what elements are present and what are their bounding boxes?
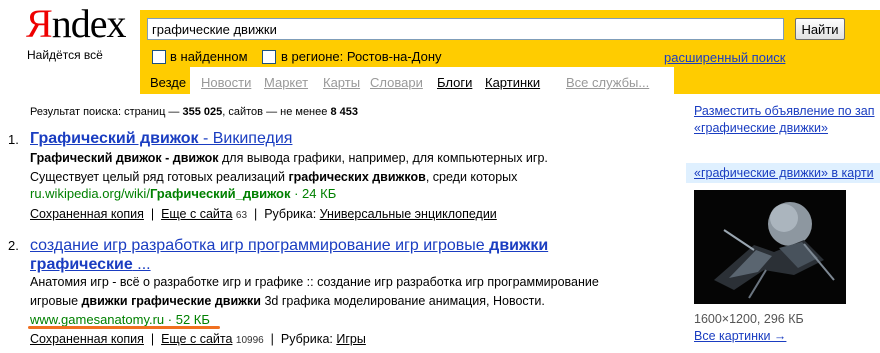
image-thumbnail[interactable]: [694, 190, 846, 304]
tab-images[interactable]: Картинки: [485, 75, 540, 90]
search-band-arrow: [860, 10, 880, 94]
tab-dictionaries[interactable]: Словари: [370, 75, 423, 90]
all-images-link[interactable]: Все картинки →: [694, 329, 786, 343]
result-title-link[interactable]: создание игр разработка игр программиров…: [30, 236, 590, 274]
more-from-site-link[interactable]: Еще с сайта: [161, 332, 232, 346]
result-number: 2.: [8, 238, 19, 253]
tab-maps[interactable]: Карты: [323, 75, 360, 90]
cached-copy-link[interactable]: Сохраненная копия: [30, 332, 144, 346]
tab-news[interactable]: Новости: [201, 75, 251, 90]
option-in-found-label[interactable]: в найденном: [170, 49, 248, 64]
tab-all-services[interactable]: Все службы...: [566, 75, 649, 90]
cached-copy-link[interactable]: Сохраненная копия: [30, 207, 144, 221]
url-highlight-underline: [28, 326, 220, 329]
logo-tagline: Найдётся всё: [27, 48, 103, 62]
checkbox-in-found[interactable]: [152, 50, 166, 64]
result-number: 1.: [8, 132, 19, 147]
result-snippet: Анатомия игр - всё о разработке игр и гр…: [30, 275, 599, 308]
images-query-link[interactable]: «графические движки» в карти: [694, 166, 874, 180]
logo-rest: ndex: [51, 1, 127, 46]
rubric-link[interactable]: Универсальные энциклопедии: [320, 207, 497, 221]
yandex-logo[interactable]: Яndex: [26, 1, 127, 46]
advanced-search-link[interactable]: расширенный поиск: [664, 50, 785, 65]
option-in-region-label[interactable]: в регионе: Ростов-на-Дону: [281, 49, 442, 64]
search-input[interactable]: [147, 18, 784, 40]
rubric-link[interactable]: Игры: [336, 332, 365, 346]
more-from-site-link[interactable]: Еще с сайта: [161, 207, 232, 221]
result-url[interactable]: ru.wikipedia.org/wiki/Графический_движок…: [30, 186, 336, 201]
logo-letter-ya: Я: [26, 1, 53, 46]
result-url[interactable]: www.gamesanatomy.ru · 52 КБ: [30, 312, 210, 327]
tab-everywhere[interactable]: Везде: [140, 67, 190, 94]
search-button[interactable]: Найти: [795, 18, 845, 40]
tab-market[interactable]: Маркет: [264, 75, 308, 90]
place-ad-query-link[interactable]: «графические движки»: [694, 121, 828, 135]
results-stats: Результат поиска: страниц — 355 025, сай…: [30, 106, 358, 118]
thumbnail-render-graphic: [694, 190, 846, 304]
image-dimensions: 1600×1200, 296 КБ: [694, 312, 804, 326]
result-snippet: Графический движок - движок для вывода г…: [30, 151, 548, 184]
tab-everywhere-label: Везде: [150, 75, 187, 90]
result-meta: Сохраненная копия | Еще с сайта 63 | Руб…: [30, 207, 497, 221]
result-meta: Сохраненная копия | Еще с сайта 10996 | …: [30, 332, 366, 346]
result-title-link[interactable]: Графический движок - Википедия: [30, 130, 292, 148]
checkbox-in-region[interactable]: [262, 50, 276, 64]
tab-blogs[interactable]: Блоги: [437, 75, 472, 90]
place-ad-link[interactable]: Разместить объявление по зап: [694, 104, 875, 118]
